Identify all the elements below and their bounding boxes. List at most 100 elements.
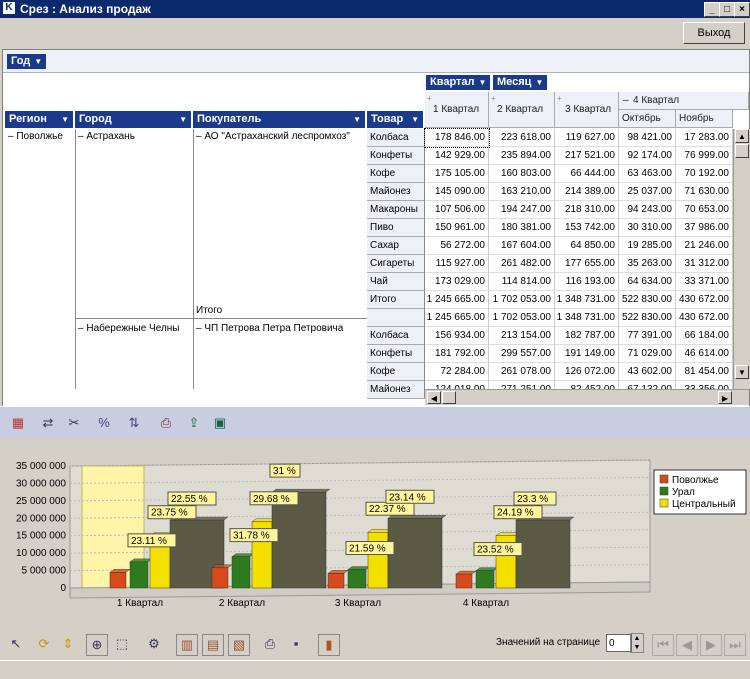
value-cell[interactable]: 17 283.00 [676,129,733,147]
product-cell[interactable]: Конфеты [367,147,425,165]
rotate-icon[interactable]: ⟳ [34,634,54,654]
value-cell[interactable]: 92 174.00 [619,147,676,165]
value-cell[interactable]: 19 285.00 [619,237,676,255]
value-cell[interactable]: 299 557.00 [489,345,555,363]
prev-page-icon[interactable]: ◀ [676,634,698,656]
product-cell[interactable]: Колбаса [367,129,425,147]
value-cell[interactable]: 56 272.00 [425,237,489,255]
percent-icon[interactable]: % [94,413,114,433]
zoom-icon[interactable]: ⊕ [86,634,108,656]
pager-input[interactable] [606,634,632,652]
select-region-icon[interactable]: ⬚ [112,634,132,654]
value-cell[interactable]: 31 312.00 [676,255,733,273]
value-cell[interactable]: 63 463.00 [619,165,676,183]
region-label[interactable]: – Поволжье [8,131,63,142]
chart-type-bar-icon[interactable]: ▥ [176,634,198,656]
first-page-icon[interactable]: ⏮ [652,634,674,656]
value-cell[interactable]: 37 986.00 [676,219,733,237]
next-page-icon[interactable]: ▶ [700,634,722,656]
product-cell[interactable]: Кофе [367,363,425,381]
col-header-q2[interactable]: +2 Квартал [489,92,555,128]
move-fields-icon[interactable]: ⇄ [38,413,58,433]
value-cell[interactable]: 178 846.00 [424,128,490,148]
scroll-down-icon[interactable]: ▼ [735,365,749,379]
value-cell[interactable]: 119 627.00 [555,129,619,147]
value-cell[interactable]: 30 310.00 [619,219,676,237]
sort-icon[interactable]: ⇅ [124,413,144,433]
value-cell[interactable]: 43 602.00 [619,363,676,381]
cut-icon[interactable]: ✂ [64,413,84,433]
value-cell[interactable]: 522 830.00 [619,291,676,309]
scroll-right-icon[interactable]: ▶ [718,391,732,404]
minimize-button[interactable]: _ [704,2,720,17]
col-header-q1[interactable]: +1 Квартал [425,92,489,128]
value-cell[interactable]: 180 381.00 [489,219,555,237]
quarter-field[interactable]: Квартал ▼ [426,75,491,90]
value-cell[interactable]: 142 929.00 [425,147,489,165]
value-cell[interactable]: 21 246.00 [676,237,733,255]
chart-settings-icon[interactable]: ⚙ [144,634,164,654]
close-button[interactable]: × [734,2,750,17]
chart-type-grid-icon[interactable]: ▤ [202,634,224,656]
value-cell[interactable]: 81 454.00 [676,363,733,381]
product-cell[interactable] [367,309,425,327]
value-cell[interactable]: 126 072.00 [555,363,619,381]
value-cell[interactable]: 194 247.00 [489,201,555,219]
value-cell[interactable]: 156 934.00 [425,327,489,345]
bar[interactable] [129,561,149,589]
bar[interactable] [347,569,367,589]
product-field[interactable]: Товар ▼ [367,111,423,128]
value-cell[interactable]: 115 927.00 [425,255,489,273]
scroll-thumb-h[interactable] [442,391,456,404]
value-cell[interactable]: 160 803.00 [489,165,555,183]
value-cell[interactable]: 66 184.00 [676,327,733,345]
col-header-q4[interactable]: –4 Квартал [619,92,749,110]
buyer-label[interactable]: – АО "Астраханский леспромхоз" [196,131,350,142]
value-cell[interactable]: 1 702 053.00 [489,309,555,327]
save-icon[interactable]: ▪ [286,634,306,654]
product-cell[interactable]: Майонез [367,381,425,399]
product-cell[interactable]: Пиво [367,219,425,237]
product-cell[interactable]: Сигареты [367,255,425,273]
value-cell[interactable]: 98 421.00 [619,129,676,147]
city-label[interactable]: – Астрахань [78,131,135,142]
value-cell[interactable]: 71 630.00 [676,183,733,201]
value-cell[interactable]: 71 029.00 [619,345,676,363]
grid-settings-icon[interactable]: ▦ [8,413,28,433]
value-cell[interactable]: 1 245 665.00 [425,291,489,309]
value-cell[interactable]: 218 310.00 [555,201,619,219]
exit-button[interactable]: Выход [683,22,745,44]
value-cell[interactable]: 430 672.00 [676,291,733,309]
value-cell[interactable]: 181 792.00 [425,345,489,363]
resize-icon[interactable]: ⇕ [58,634,78,654]
product-cell[interactable]: Чай [367,273,425,291]
product-cell[interactable]: Колбаса [367,327,425,345]
scroll-thumb[interactable] [735,144,749,158]
buyer-field[interactable]: Покупатель ▼ [193,111,365,128]
value-cell[interactable]: 153 742.00 [555,219,619,237]
value-cell[interactable]: 167 604.00 [489,237,555,255]
last-page-icon[interactable]: ⏭ [724,634,746,656]
buyer-label[interactable]: – ЧП Петрова Петра Петровича [196,323,343,334]
product-cell[interactable]: Итого [367,291,425,309]
value-cell[interactable]: 173 029.00 [425,273,489,291]
product-cell[interactable]: Кофе [367,165,425,183]
value-cell[interactable]: 150 961.00 [425,219,489,237]
product-cell[interactable]: Майонез [367,183,425,201]
value-cell[interactable]: 261 482.00 [489,255,555,273]
value-cell[interactable]: 223 618.00 [489,129,555,147]
value-cell[interactable]: 177 655.00 [555,255,619,273]
value-cell[interactable]: 261 078.00 [489,363,555,381]
value-cell[interactable]: 94 243.00 [619,201,676,219]
horizontal-scrollbar[interactable]: ◀ ▶ [425,389,749,405]
scroll-left-icon[interactable]: ◀ [427,391,441,404]
value-cell[interactable]: 214 389.00 [555,183,619,201]
value-cell[interactable]: 77 391.00 [619,327,676,345]
value-cell[interactable]: 1 348 731.00 [555,291,619,309]
col-header-nov[interactable]: Ноябрь [676,110,733,128]
maximize-button[interactable]: □ [719,2,735,17]
bar[interactable] [387,518,443,589]
value-cell[interactable]: 1 245 665.00 [425,309,489,327]
vertical-scrollbar[interactable]: ▲ ▼ [733,129,750,389]
value-cell[interactable]: 1 702 053.00 [489,291,555,309]
